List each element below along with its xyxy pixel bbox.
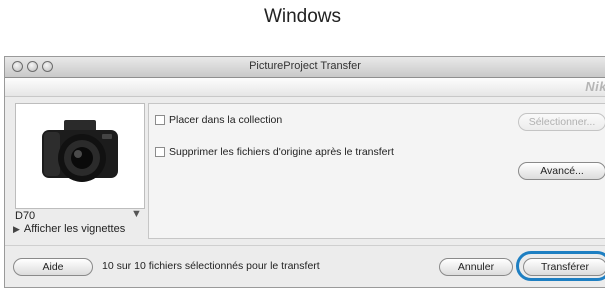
title-bar[interactable]: PictureProject Transfer [5,57,605,78]
transfer-window: PictureProject Transfer Nik D70 ▼ ▶ Affi… [4,56,605,288]
selection-status: 10 sur 10 fichiers sélectionnés pour le … [102,260,320,272]
add-to-collection-checkbox[interactable] [155,115,165,125]
select-collection-button[interactable]: Sélectionner... [518,113,605,131]
options-panel: Placer dans la collection Supprimer les … [148,103,605,239]
cancel-button[interactable]: Annuler [439,258,513,276]
add-to-collection-option[interactable]: Placer dans la collection [155,114,282,126]
window-title: PictureProject Transfer [249,60,361,72]
content-area: D70 ▼ ▶ Afficher les vignettes Placer da… [5,97,605,245]
device-thumbnail [15,103,145,209]
delete-originals-option[interactable]: Supprimer les fichiers d'origine après l… [155,146,394,158]
show-thumbnails-toggle[interactable]: ▶ Afficher les vignettes [13,223,125,235]
camera-icon [42,120,118,182]
brand-bar: Nik [5,78,605,97]
transfer-highlight-ring [516,251,605,281]
dropdown-arrow-icon[interactable]: ▼ [131,208,142,220]
disclosure-triangle-icon[interactable]: ▶ [13,224,20,235]
advanced-button[interactable]: Avancé... [518,162,605,180]
footer-bar: Aide 10 sur 10 fichiers sélectionnés pou… [5,245,605,287]
help-button[interactable]: Aide [13,258,93,276]
delete-originals-checkbox[interactable] [155,147,165,157]
page-heading: Windows [263,6,342,27]
show-thumbnails-label: Afficher les vignettes [23,223,126,235]
device-name: D70 [15,210,36,222]
brand-logo: Nik [585,79,605,94]
delete-originals-label: Supprimer les fichiers d'origine après l… [169,146,394,158]
add-to-collection-label: Placer dans la collection [169,114,283,126]
